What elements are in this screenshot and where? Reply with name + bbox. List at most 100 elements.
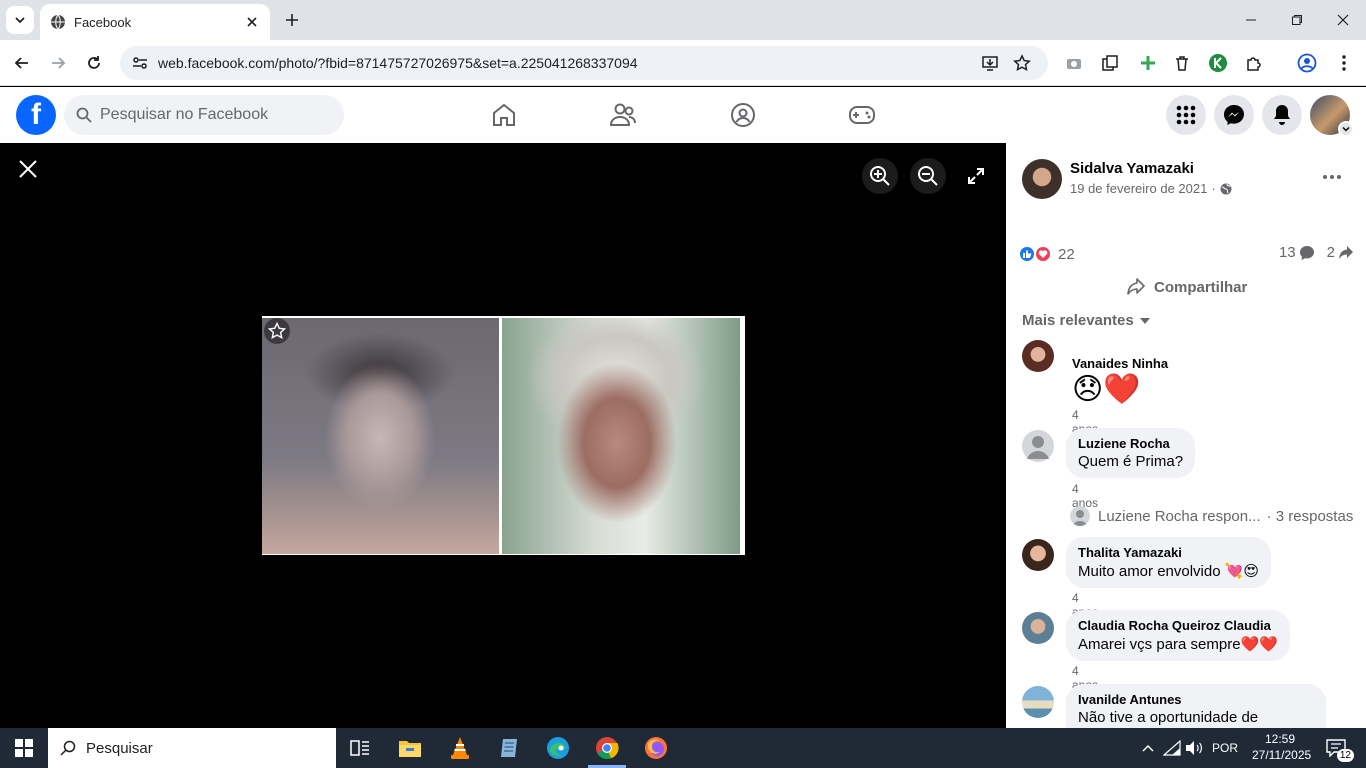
chrome-icon[interactable] <box>593 734 621 762</box>
file-explorer-icon[interactable] <box>396 734 424 762</box>
author-name[interactable]: Sidalva Yamazaki <box>1070 160 1194 177</box>
commenter-avatar[interactable] <box>1022 340 1054 372</box>
notifications-button[interactable] <box>1262 95 1302 135</box>
close-window-button[interactable] <box>1320 0 1366 40</box>
nav-home[interactable] <box>488 99 520 131</box>
plus-icon <box>286 14 298 26</box>
copy-extension-icon[interactable] <box>1098 51 1122 75</box>
zoom-out-button[interactable] <box>910 158 946 194</box>
system-clock[interactable]: 12:59 27/11/2025 <box>1252 731 1311 763</box>
fullscreen-button[interactable] <box>958 158 994 194</box>
messenger-icon <box>1224 105 1244 125</box>
share-arrow-icon <box>1339 245 1353 259</box>
tab-close-icon[interactable] <box>244 14 260 30</box>
plus-extension-icon[interactable] <box>1136 51 1160 75</box>
edge-icon[interactable] <box>544 734 572 762</box>
task-view-icon[interactable] <box>346 734 374 762</box>
profile-icon[interactable] <box>1295 51 1319 75</box>
restore-button[interactable] <box>1274 0 1320 40</box>
default-avatar-icon <box>1027 436 1049 459</box>
commenter-name[interactable]: Luziene Rocha <box>1078 436 1183 451</box>
commenter-avatar[interactable] <box>1022 539 1054 571</box>
author-avatar[interactable] <box>1022 159 1062 199</box>
post-date-text[interactable]: 19 de fevereiro de 2021 <box>1070 181 1207 196</box>
trash-extension-icon[interactable] <box>1170 51 1194 75</box>
firefox-icon[interactable] <box>642 734 670 762</box>
reply-author: Luziene Rocha respon... <box>1098 507 1261 525</box>
bookmark-star-icon[interactable] <box>1010 51 1034 75</box>
nav-groups[interactable] <box>727 99 759 131</box>
close-icon <box>19 160 37 178</box>
clock-time: 12:59 <box>1264 732 1296 746</box>
start-button[interactable] <box>8 736 40 760</box>
menu-button[interactable] <box>1166 95 1206 135</box>
reactions-summary[interactable]: 22 <box>1018 243 1075 265</box>
date-separator: · <box>1211 181 1216 196</box>
facebook-logo[interactable]: f <box>16 95 56 135</box>
notification-center-button[interactable]: 12 <box>1322 736 1354 762</box>
new-tab-button[interactable] <box>282 10 302 30</box>
comment-bubble: Vanaides Ninha 😞❤️ <box>1060 348 1180 415</box>
commenter-avatar[interactable] <box>1022 612 1054 644</box>
engagement-counts: 13 2 <box>1267 244 1354 261</box>
post-photo[interactable] <box>262 316 745 555</box>
restore-icon <box>1292 15 1302 25</box>
facebook-header: f Pesquisar no Facebook <box>0 87 1366 143</box>
commenter-name[interactable]: Ivanilde Antunes <box>1078 692 1314 707</box>
input-language-label: POR <box>1212 741 1239 755</box>
share-button[interactable]: Compartilhar <box>1126 275 1247 299</box>
install-app-icon[interactable] <box>978 51 1002 75</box>
friends-icon <box>609 103 636 126</box>
notification-badge: 12 <box>1336 749 1354 762</box>
back-button[interactable] <box>10 51 34 75</box>
browser-tab[interactable]: Facebook <box>40 4 270 40</box>
forward-button[interactable] <box>46 51 70 75</box>
account-avatar[interactable] <box>1310 95 1354 137</box>
shares-count-link[interactable]: 2 <box>1327 244 1354 261</box>
comment-text: Muito amor envolvido 💘😍 <box>1078 563 1260 580</box>
windows-logo-icon <box>15 739 33 757</box>
reply-count: · 3 respostas <box>1266 507 1354 525</box>
zoom-out-icon <box>918 166 938 186</box>
comment-bubble: Ivanilde Antunes Não tive a oportunidade… <box>1066 684 1326 728</box>
close-viewer-button[interactable] <box>14 155 42 183</box>
k-extension-icon[interactable] <box>1206 51 1230 75</box>
facebook-search-input[interactable]: Pesquisar no Facebook <box>64 95 344 135</box>
tab-search-button[interactable] <box>6 6 34 34</box>
taskbar-search-input[interactable]: Pesquisar <box>48 728 336 768</box>
commenter-name[interactable]: Vanaides Ninha <box>1072 356 1168 371</box>
address-bar[interactable]: web.facebook.com/photo/?fbid=87147572702… <box>120 46 1048 80</box>
comment-bubble-icon <box>1299 245 1314 260</box>
comment-text: Amarei vçs para sempre❤️❤️ <box>1078 636 1278 653</box>
love-reaction-icon <box>1034 245 1052 263</box>
comments-count-link[interactable]: 13 <box>1279 244 1315 261</box>
minimize-button[interactable] <box>1228 0 1274 40</box>
zoom-in-button[interactable] <box>862 158 898 194</box>
commenter-avatar[interactable] <box>1022 430 1054 462</box>
post-options-button[interactable] <box>1318 163 1346 191</box>
taskbar-search-label: Pesquisar <box>86 739 153 757</box>
commenter-name[interactable]: Thalita Yamazaki <box>1078 545 1259 560</box>
view-replies-link[interactable]: Luziene Rocha respon... · 3 respostas <box>1070 506 1353 526</box>
notepad-app-icon[interactable] <box>495 734 523 762</box>
comment-sort-dropdown[interactable]: Mais relevantes <box>1022 312 1150 329</box>
search-icon <box>60 740 76 756</box>
input-language[interactable]: POR <box>1212 728 1238 768</box>
tab-title: Facebook <box>74 14 132 30</box>
reload-icon <box>88 56 100 69</box>
nav-friends[interactable] <box>607 99 639 131</box>
vlc-icon[interactable] <box>446 734 474 762</box>
reload-button[interactable] <box>82 51 106 75</box>
search-icon <box>76 107 92 123</box>
extensions-puzzle-icon[interactable] <box>1242 51 1266 75</box>
site-settings-icon[interactable] <box>132 55 148 71</box>
browser-menu-icon[interactable] <box>1332 51 1356 75</box>
nav-gaming[interactable] <box>846 99 878 131</box>
camera-extension-icon[interactable] <box>1062 51 1086 75</box>
grid-menu-icon <box>1176 105 1196 125</box>
volume-icon[interactable] <box>1180 734 1208 762</box>
commenter-name[interactable]: Claudia Rocha Queiroz Claudia <box>1078 618 1278 633</box>
commenter-avatar[interactable] <box>1022 686 1054 718</box>
messenger-button[interactable] <box>1214 95 1254 135</box>
favorite-star-icon[interactable] <box>264 318 290 344</box>
